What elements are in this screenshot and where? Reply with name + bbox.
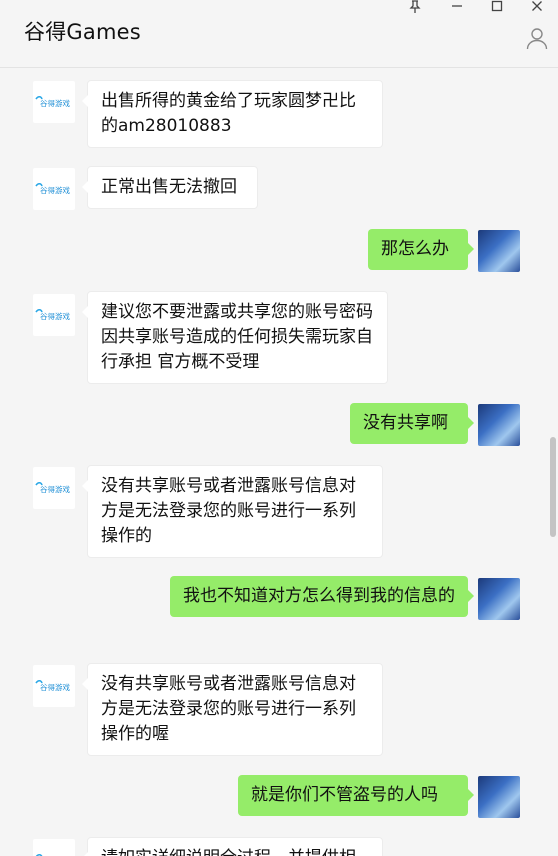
contact-info-icon[interactable] <box>526 27 548 51</box>
message-text: 正常出售无法撤回 <box>101 177 237 197</box>
bot-avatar[interactable]: 谷得游戏 <box>33 665 75 707</box>
svg-text:谷得游戏: 谷得游戏 <box>40 484 70 494</box>
message-bubble[interactable]: 没有共享账号或者泄露账号信息对方是无法登录您的账号进行一系列操作的 <box>82 465 383 558</box>
message-bubble-self[interactable]: 那怎么办 <box>368 229 474 270</box>
minimize-icon[interactable] <box>445 0 469 16</box>
message-text: 就是你们不管盗号的人吗 <box>251 785 438 805</box>
svg-text:谷得游戏: 谷得游戏 <box>40 98 70 108</box>
chat-message-list[interactable]: 谷得游戏 出售所得的黄金给了玩家圆梦卍比的am28010883 谷得游戏 正常出… <box>0 69 548 856</box>
maximize-icon[interactable] <box>485 0 509 16</box>
message-text: 没有共享账号或者泄露账号信息对方是无法登录您的账号进行一系列操作的喔 <box>101 674 356 744</box>
bot-avatar[interactable]: 谷得游戏 <box>33 839 75 856</box>
message-text: 请如实详细说明全过程，并提供相 <box>101 848 356 856</box>
message-bubble-self[interactable]: 没有共享啊 <box>350 403 474 444</box>
bot-avatar[interactable]: 谷得游戏 <box>33 294 75 336</box>
message-text: 没有共享啊 <box>363 413 448 433</box>
game-logo-icon: 谷得游戏 <box>35 182 70 195</box>
user-avatar[interactable] <box>478 230 520 272</box>
message-bubble-self[interactable]: 我也不知道对方怎么得到我的信息的 <box>170 576 474 617</box>
message-bubble[interactable]: 没有共享账号或者泄露账号信息对方是无法登录您的账号进行一系列操作的喔 <box>82 663 383 756</box>
game-logo-icon: 谷得游戏 <box>35 308 70 321</box>
message-bubble[interactable]: 出售所得的黄金给了玩家圆梦卍比的am28010883 <box>82 80 383 148</box>
message-text: 那怎么办 <box>381 239 449 259</box>
message-bubble[interactable]: 正常出售无法撤回 <box>82 166 258 209</box>
chat-title: 谷得Games <box>24 20 141 44</box>
svg-text:谷得游戏: 谷得游戏 <box>40 185 70 195</box>
game-logo-icon: 谷得游戏 <box>35 95 70 108</box>
message-text: 没有共享账号或者泄露账号信息对方是无法登录您的账号进行一系列操作的 <box>101 476 356 546</box>
game-logo-icon: 谷得游戏 <box>35 679 70 692</box>
title-bar: 谷得Games <box>0 0 558 68</box>
bot-avatar[interactable]: 谷得游戏 <box>33 467 75 509</box>
message-text: 出售所得的黄金给了玩家圆梦卍比的am28010883 <box>101 91 356 136</box>
user-avatar[interactable] <box>478 404 520 446</box>
svg-text:谷得游戏: 谷得游戏 <box>40 311 70 321</box>
scrollbar-thumb[interactable] <box>550 437 556 537</box>
svg-text:谷得游戏: 谷得游戏 <box>40 682 70 692</box>
message-text: 建议您不要泄露或共享您的账号密码 因共享账号造成的任何损失需玩家自行承担 官方概… <box>101 302 373 372</box>
bot-avatar[interactable]: 谷得游戏 <box>33 81 75 123</box>
message-text: 我也不知道对方怎么得到我的信息的 <box>183 586 455 606</box>
message-bubble[interactable]: 请如实详细说明全过程，并提供相 <box>82 837 383 856</box>
close-icon[interactable] <box>525 0 549 16</box>
message-bubble[interactable]: 建议您不要泄露或共享您的账号密码 因共享账号造成的任何损失需玩家自行承担 官方概… <box>82 291 388 384</box>
game-logo-icon: 谷得游戏 <box>35 481 70 494</box>
user-avatar[interactable] <box>478 578 520 620</box>
user-avatar[interactable] <box>478 776 520 818</box>
bot-avatar[interactable]: 谷得游戏 <box>33 168 75 210</box>
pin-icon[interactable] <box>403 0 427 16</box>
message-bubble-self[interactable]: 就是你们不管盗号的人吗 <box>238 775 474 816</box>
chat-scrollbar[interactable] <box>549 69 558 856</box>
